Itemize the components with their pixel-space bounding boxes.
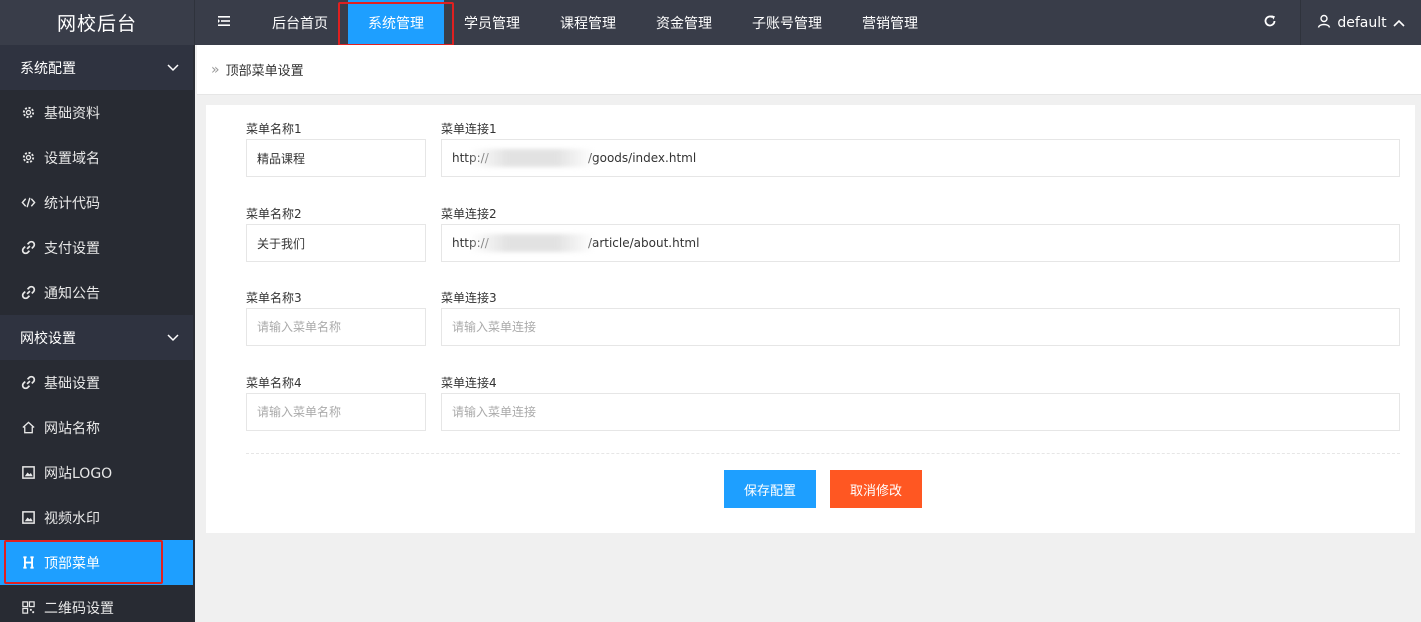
chevron-down-icon bbox=[167, 60, 179, 76]
sidebar-item-video-watermark[interactable]: 视频水印 bbox=[0, 495, 193, 540]
sidebar-item-label: 支付设置 bbox=[44, 240, 100, 257]
chevron-up-icon bbox=[1393, 15, 1405, 31]
menu-link-input-2[interactable] bbox=[441, 224, 1400, 262]
menu-name-label: 菜单名称3 bbox=[246, 291, 302, 305]
sidebar-item-stats-code[interactable]: 统计代码 bbox=[0, 180, 193, 225]
user-name: default bbox=[1337, 14, 1387, 31]
sidebar-group-school-settings[interactable]: 网校设置 bbox=[0, 315, 193, 360]
sidebar: 系统配置 基础资料 设置域名 统计代码 支付设置 通知公告 网校设置 基础设置 … bbox=[0, 45, 195, 622]
sidebar-item-site-logo[interactable]: 网站LOGO bbox=[0, 450, 193, 495]
image-icon bbox=[20, 510, 36, 526]
sidebar-item-label: 通知公告 bbox=[44, 285, 100, 302]
menu-name-input-2[interactable] bbox=[246, 224, 426, 262]
menu-name-input-1[interactable] bbox=[246, 139, 426, 177]
home-icon bbox=[20, 420, 36, 436]
sidebar-item-payment[interactable]: 支付设置 bbox=[0, 225, 193, 270]
sidebar-item-label: 顶部菜单 bbox=[44, 555, 100, 572]
sidebar-item-label: 网站LOGO bbox=[44, 465, 113, 482]
menu-link-input-4[interactable] bbox=[441, 393, 1400, 431]
sidebar-item-label: 统计代码 bbox=[44, 195, 100, 212]
sidebar-group-label: 系统配置 bbox=[20, 60, 76, 77]
sidebar-item-label: 基础资料 bbox=[44, 105, 100, 122]
gear-icon bbox=[20, 105, 36, 121]
top-menu-form: 菜单名称1 菜单连接1 菜单名称2 菜单连接2 菜单名称3 菜单连接3 菜单名称… bbox=[206, 105, 1415, 533]
nav-item-system[interactable]: 系统管理 bbox=[338, 0, 454, 46]
sidebar-item-label: 设置域名 bbox=[44, 150, 100, 167]
qrcode-icon bbox=[20, 600, 36, 616]
sidebar-item-qrcode[interactable]: 二维码设置 bbox=[0, 585, 193, 622]
chevron-down-icon bbox=[167, 330, 179, 346]
sidebar-group-system-config[interactable]: 系统配置 bbox=[0, 45, 193, 90]
nav-item-funds[interactable]: 资金管理 bbox=[636, 0, 732, 45]
nav-item-students[interactable]: 学员管理 bbox=[444, 0, 540, 45]
sidebar-item-top-menu[interactable]: 顶部菜单 bbox=[0, 540, 193, 585]
menu-toggle-icon bbox=[217, 13, 231, 32]
menu-name-label: 菜单名称1 bbox=[246, 122, 302, 136]
breadcrumb-separator: » bbox=[211, 61, 220, 78]
top-bar: 网校后台 后台首页 系统管理 学员管理 课程管理 资金管理 子账号管理 营销管理… bbox=[0, 0, 1421, 46]
sidebar-item-label: 基础设置 bbox=[44, 375, 100, 392]
link-icon bbox=[20, 375, 36, 391]
save-button[interactable]: 保存配置 bbox=[724, 470, 816, 508]
menu-name-input-4[interactable] bbox=[246, 393, 426, 431]
cancel-button[interactable]: 取消修改 bbox=[830, 470, 922, 508]
top-nav: 后台首页 系统管理 学员管理 课程管理 资金管理 子账号管理 营销管理 bbox=[252, 0, 938, 46]
menu-link-label: 菜单连接1 bbox=[441, 122, 497, 136]
menu-name-label: 菜单名称2 bbox=[246, 207, 302, 221]
breadcrumb-current: 顶部菜单设置 bbox=[225, 64, 304, 79]
sidebar-item-basic-info[interactable]: 基础资料 bbox=[0, 90, 193, 135]
link-icon bbox=[20, 285, 36, 301]
menu-name-label: 菜单名称4 bbox=[246, 376, 302, 390]
nav-item-home[interactable]: 后台首页 bbox=[252, 0, 348, 45]
h-icon bbox=[20, 555, 36, 571]
form-divider bbox=[246, 453, 1400, 454]
nav-item-courses[interactable]: 课程管理 bbox=[540, 0, 636, 45]
breadcrumb: » 顶部菜单设置 bbox=[197, 45, 1421, 95]
menu-toggle-button[interactable] bbox=[206, 0, 242, 45]
sidebar-item-notice[interactable]: 通知公告 bbox=[0, 270, 193, 315]
user-icon bbox=[1317, 14, 1331, 32]
code-icon bbox=[20, 195, 36, 211]
app-logo[interactable]: 网校后台 bbox=[0, 0, 195, 45]
sidebar-item-label: 视频水印 bbox=[44, 510, 100, 527]
refresh-button[interactable] bbox=[1255, 0, 1285, 45]
menu-link-label: 菜单连接4 bbox=[441, 376, 497, 390]
form-actions: 保存配置 取消修改 bbox=[724, 470, 922, 508]
link-icon bbox=[20, 240, 36, 256]
menu-name-input-3[interactable] bbox=[246, 308, 426, 346]
image-icon bbox=[20, 465, 36, 481]
user-menu[interactable]: default bbox=[1300, 0, 1421, 45]
sidebar-item-domain[interactable]: 设置域名 bbox=[0, 135, 193, 180]
nav-item-marketing[interactable]: 营销管理 bbox=[842, 0, 938, 45]
nav-item-subaccounts[interactable]: 子账号管理 bbox=[732, 0, 842, 45]
sidebar-item-label: 二维码设置 bbox=[44, 600, 114, 617]
menu-link-input-3[interactable] bbox=[441, 308, 1400, 346]
sidebar-item-label: 网站名称 bbox=[44, 420, 100, 437]
menu-link-label: 菜单连接3 bbox=[441, 291, 497, 305]
menu-link-label: 菜单连接2 bbox=[441, 207, 497, 221]
sidebar-group-label: 网校设置 bbox=[20, 330, 76, 347]
menu-link-input-1[interactable] bbox=[441, 139, 1400, 177]
refresh-icon bbox=[1263, 13, 1277, 32]
sidebar-item-basic-settings[interactable]: 基础设置 bbox=[0, 360, 193, 405]
gear-icon bbox=[20, 150, 36, 166]
sidebar-item-site-name[interactable]: 网站名称 bbox=[0, 405, 193, 450]
